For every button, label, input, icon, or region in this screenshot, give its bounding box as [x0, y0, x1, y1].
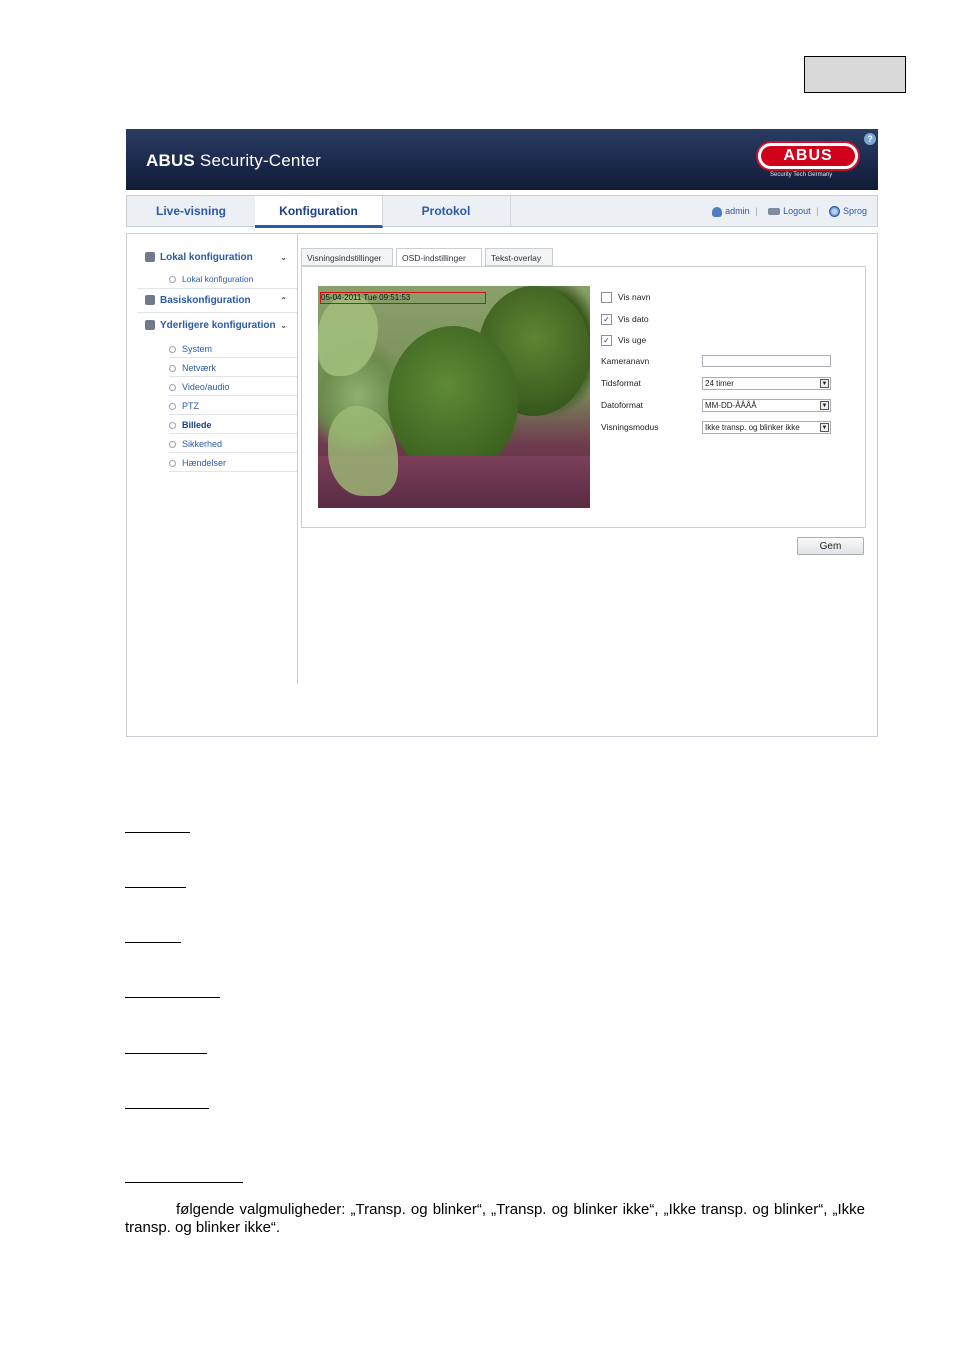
bullet-icon	[169, 276, 176, 284]
tab-tekst-overlay[interactable]: Tekst-overlay	[485, 248, 553, 266]
tab-osd-indstillinger[interactable]: OSD-indstillinger	[396, 248, 482, 267]
vis-uge-checkbox[interactable]: ✓	[601, 335, 612, 347]
sidebar-item-billede[interactable]: Billede	[169, 416, 297, 434]
bullet-icon	[169, 422, 176, 430]
sidebar-item-netvaerk[interactable]: Netværk	[169, 359, 297, 377]
divider	[137, 288, 297, 289]
chevron-up-icon: ⌃	[280, 296, 287, 305]
kameranavn-label: Kameranavn	[601, 356, 650, 366]
bullet-icon	[169, 346, 176, 354]
bullet-icon	[169, 365, 176, 373]
vis-dato-label: Vis dato	[618, 314, 649, 324]
monitor-icon	[145, 252, 155, 263]
bullet-icon	[169, 403, 176, 411]
tab-live-visning[interactable]: Live-visning	[127, 196, 256, 226]
vis-dato-row[interactable]: ✓ Vis dato	[601, 313, 649, 326]
heading-rule	[125, 940, 181, 943]
preview-leaves	[318, 296, 378, 376]
abus-logo: ABUS	[756, 141, 860, 171]
logout-link[interactable]: Logout	[783, 206, 811, 216]
visningsmodus-label: Visningsmodus	[601, 422, 659, 432]
page-number-box	[804, 56, 906, 93]
preview-shrub	[388, 326, 518, 476]
heading-rule	[125, 1051, 207, 1054]
chevron-down-icon: ⌄	[280, 253, 287, 262]
camera-preview: 05-04-2011 Tue 09:51:53	[318, 286, 590, 508]
body-paragraph: følgende valgmuligheder: „Transp. og bli…	[125, 1201, 865, 1236]
help-icon[interactable]: ?	[864, 133, 876, 145]
visningsmodus-select[interactable]: Ikke transp. og blinker ikke ▼	[702, 421, 831, 434]
content-area: Lokal konfiguration ⌄ Lokal konfiguration…	[126, 233, 878, 737]
gear-icon	[145, 295, 155, 306]
sidebar-item-local-config[interactable]: Lokal konfiguration	[169, 274, 253, 284]
sidebar: Lokal konfiguration ⌄ Lokal konfiguration…	[127, 234, 298, 684]
dropdown-arrow-icon: ▼	[820, 379, 829, 388]
vis-navn-checkbox[interactable]	[601, 292, 612, 304]
user-icon	[712, 206, 723, 217]
dropdown-arrow-icon: ▼	[820, 423, 829, 432]
osd-overlay-box[interactable]: 05-04-2011 Tue 09:51:53	[320, 292, 486, 304]
bullet-icon	[169, 384, 176, 392]
tab-visningsindstillinger[interactable]: Visningsindstillinger	[301, 248, 393, 266]
header-banner: ABUS Security-Center ABUS Security Tech …	[126, 129, 878, 190]
heading-rule	[125, 1180, 243, 1183]
sidebar-item-video-audio[interactable]: Video/audio	[169, 378, 297, 396]
wrench-icon	[145, 320, 155, 331]
heading-rule	[125, 830, 190, 833]
vis-navn-row[interactable]: Vis navn	[601, 291, 651, 304]
tab-protokol[interactable]: Protokol	[382, 196, 511, 226]
sidebar-basic-config[interactable]: Basiskonfiguration ⌃	[145, 293, 291, 309]
sidebar-item-ptz[interactable]: PTZ	[169, 397, 297, 415]
sidebar-item-sikkerhed[interactable]: Sikkerhed	[169, 435, 297, 453]
tab-konfiguration[interactable]: Konfiguration	[255, 196, 383, 228]
heading-rule	[125, 995, 220, 998]
heading-rule	[125, 1106, 209, 1109]
app-title: ABUS Security-Center	[146, 151, 322, 170]
sidebar-advanced-config[interactable]: Yderligere konfiguration ⌄	[145, 318, 291, 334]
chevron-down-icon: ⌄	[280, 321, 287, 330]
preview-leaves	[328, 406, 398, 496]
globe-icon	[828, 206, 840, 218]
bullet-icon	[169, 460, 176, 468]
tidsformat-select[interactable]: 24 timer ▼	[702, 377, 831, 390]
vis-uge-row[interactable]: ✓ Vis uge	[601, 334, 647, 347]
tidsformat-label: Tidsformat	[601, 378, 641, 388]
sidebar-local-config[interactable]: Lokal konfiguration ⌄	[145, 250, 291, 266]
osd-panel: 05-04-2011 Tue 09:51:53 Vis navn ✓ Vis da…	[301, 266, 866, 528]
vis-uge-label: Vis uge	[618, 335, 647, 345]
datoformat-label: Datoformat	[601, 400, 644, 410]
divider	[137, 312, 297, 313]
kameranavn-input[interactable]	[702, 355, 831, 367]
user-link[interactable]: admin	[725, 206, 750, 216]
sidebar-item-haendelser[interactable]: Hændelser	[169, 454, 297, 472]
language-link[interactable]: Sprog	[843, 206, 867, 216]
screenshot-figure: ABUS Security-Center ABUS Security Tech …	[126, 129, 878, 737]
logout-icon	[768, 208, 781, 216]
save-button[interactable]: Gem	[797, 537, 864, 555]
heading-rule	[125, 885, 186, 888]
main-nav: Live-visning Konfiguration Protokol admi…	[126, 195, 878, 228]
vis-dato-checkbox[interactable]: ✓	[601, 314, 612, 326]
vis-navn-label: Vis navn	[618, 292, 651, 302]
logo-tagline: Security Tech Germany	[770, 172, 833, 178]
user-links: admin | Logout | Sprog	[709, 196, 867, 226]
dropdown-arrow-icon: ▼	[820, 401, 829, 410]
sidebar-item-system[interactable]: System	[169, 340, 297, 358]
bullet-icon	[169, 441, 176, 449]
datoformat-select[interactable]: MM-DD-ÅÅÅÅ ▼	[702, 399, 831, 412]
